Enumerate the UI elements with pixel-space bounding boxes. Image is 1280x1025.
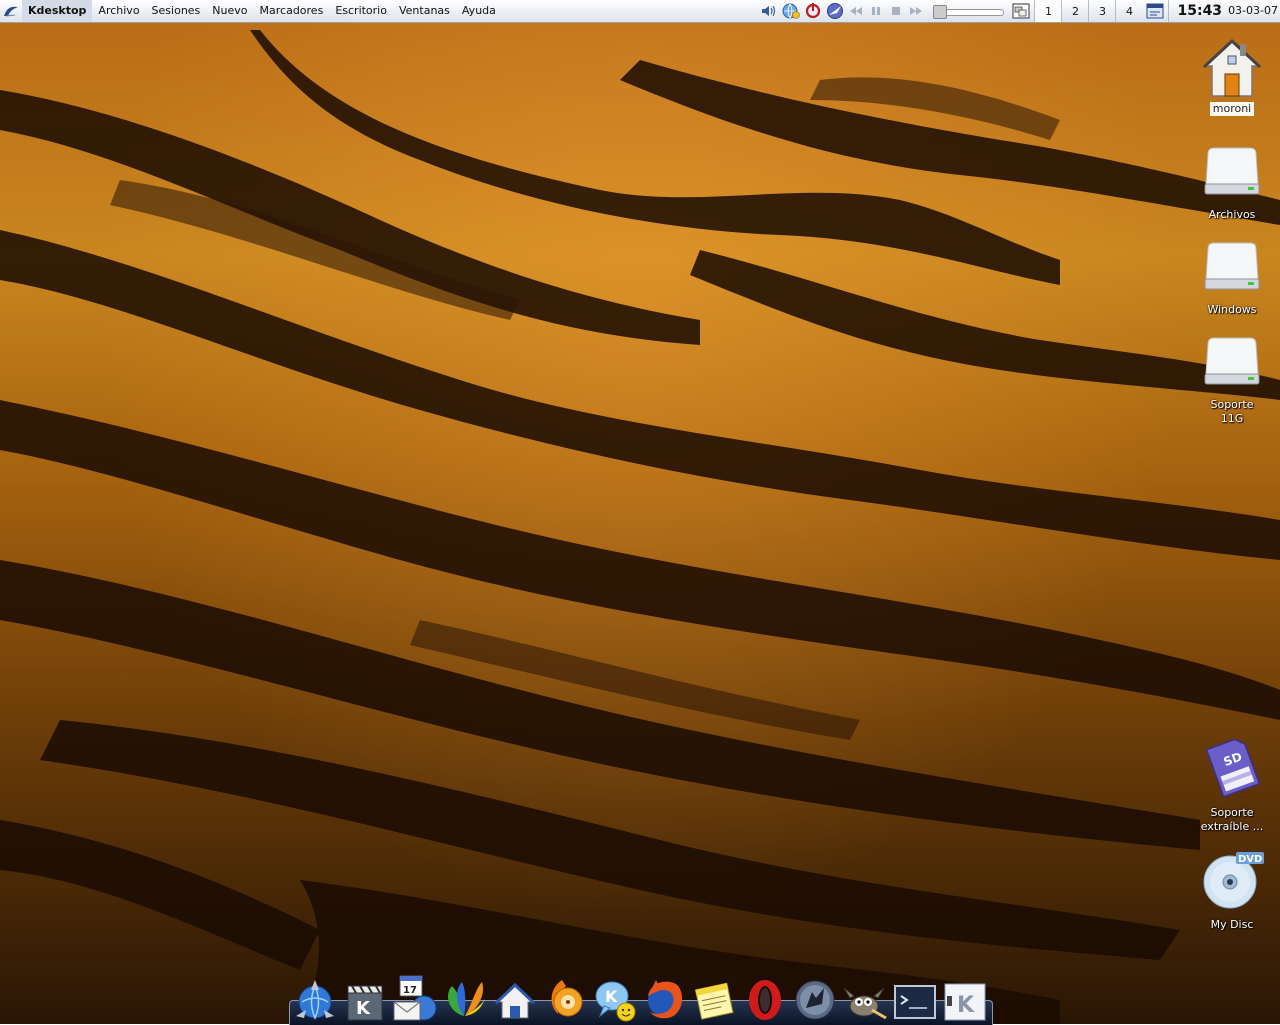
dock-kde-clapper[interactable]: K (342, 974, 388, 1022)
svg-text:K: K (957, 993, 975, 1018)
previous-icon[interactable] (849, 6, 863, 16)
dock-kde-menu[interactable]: K (942, 974, 988, 1022)
desktop-icon-dvd[interactable]: DVD My Disc (1192, 850, 1272, 932)
pager-desktop-4[interactable]: 4 (1115, 0, 1142, 22)
dock-msn[interactable] (442, 974, 488, 1022)
hard-drive-icon (1204, 337, 1260, 385)
volume-icon[interactable] (759, 1, 779, 21)
showdesktop-icon[interactable] (1143, 1, 1167, 21)
menu-sesiones[interactable]: Sesiones (146, 0, 207, 22)
menu-ventanas[interactable]: Ventanas (393, 0, 456, 22)
menu-archivo[interactable]: Archivo (92, 0, 145, 22)
top-menubar: Kdesktop Archivo Sesiones Nuevo Marcador… (0, 0, 1280, 23)
taskbar-icon[interactable] (1009, 1, 1033, 21)
konqueror-globe-icon (296, 980, 334, 1020)
desktop-icon-label-line1: Soporte (1210, 398, 1254, 411)
date[interactable]: 03-03-07 (1228, 0, 1280, 22)
desktop-icon-windows[interactable]: Windows (1192, 235, 1272, 317)
desktop-icon-label: moroni (1209, 102, 1255, 116)
dock-firefox[interactable] (642, 974, 688, 1022)
desktop-icon-label-line2: extraíble ... (1200, 820, 1264, 833)
dock-knotes[interactable] (692, 974, 738, 1022)
amarok-icon (551, 980, 583, 1017)
dock-calendar-mail[interactable]: 17 (392, 974, 438, 1022)
kopete-icon: K (595, 981, 636, 1022)
menu-nuevo[interactable]: Nuevo (206, 0, 253, 22)
dvd-disc-icon: DVD (1203, 852, 1264, 909)
hard-drive-icon (1204, 242, 1260, 290)
desktop-icon-label-line2: 11G (1220, 412, 1244, 425)
pager-desktop-3[interactable]: 3 (1088, 0, 1115, 22)
shutdown-icon[interactable] (803, 1, 823, 21)
dvd-badge: DVD (1238, 854, 1262, 865)
sd-card-icon: SD (1205, 738, 1261, 798)
dock-kopete[interactable]: K (592, 974, 638, 1022)
home-icon (494, 982, 536, 1019)
system-tray: 1 2 3 4 15:43 03-03-07 (758, 0, 1280, 22)
dock-gimp[interactable] (842, 974, 888, 1022)
dock-terminal[interactable] (892, 974, 938, 1022)
desktop-icon-removable[interactable]: SD Soporte extraíble ... (1192, 732, 1272, 834)
dock-wolf-app[interactable] (792, 974, 838, 1022)
application-dock: K 17 K K (289, 974, 991, 1024)
gimp-icon (843, 987, 887, 1020)
menu-app-name[interactable]: Kdesktop (22, 0, 93, 22)
home-folder-icon (1202, 38, 1262, 97)
desktop[interactable] (0, 0, 1280, 1024)
menu-escritorio[interactable]: Escritorio (329, 0, 393, 22)
calendar-day: 17 (403, 985, 417, 996)
volume-slider[interactable] (930, 5, 1005, 19)
svg-text:K: K (605, 987, 618, 1006)
tiger-wallpaper (0, 30, 1280, 1024)
svg-text:K: K (356, 998, 371, 1019)
menu-marcadores[interactable]: Marcadores (254, 0, 330, 22)
kde-menu-icon[interactable] (0, 0, 22, 22)
opera-icon (749, 980, 781, 1020)
desktop-icon-archivos[interactable]: Archivos (1192, 140, 1272, 222)
volume-thumb[interactable] (933, 5, 948, 19)
dock-home-folder[interactable] (492, 974, 538, 1022)
desktop-icon-label: Archivos (1208, 208, 1256, 221)
browser-icon[interactable] (825, 1, 845, 21)
pager-desktop-1[interactable]: 1 (1034, 0, 1062, 22)
notes-icon (694, 982, 734, 1020)
volume-track[interactable] (938, 9, 1005, 16)
dock-amarok[interactable] (542, 974, 588, 1022)
wolf-icon (795, 980, 835, 1020)
menu-list: Kdesktop Archivo Sesiones Nuevo Marcador… (22, 0, 502, 22)
desktop-icon-label: My Disc (1210, 918, 1254, 931)
kde-clapper-icon: K (347, 985, 383, 1021)
hard-drive-icon (1204, 147, 1260, 195)
desktop-icon-home[interactable]: moroni (1192, 36, 1272, 116)
calendar-mail-icon: 17 (393, 975, 437, 1021)
firefox-icon (648, 980, 682, 1019)
clock[interactable]: 15:43 (1168, 0, 1228, 22)
dock-opera[interactable] (742, 974, 788, 1022)
menu-ayuda[interactable]: Ayuda (456, 0, 502, 22)
network-icon[interactable] (781, 1, 801, 21)
pager-desktop-2[interactable]: 2 (1061, 0, 1088, 22)
desktop-icon-label-line1: Soporte (1210, 806, 1254, 819)
kde-menu-launcher-icon: K (944, 983, 986, 1021)
next-icon[interactable] (909, 6, 923, 16)
play-icon[interactable] (869, 6, 883, 16)
dock-konqueror[interactable] (292, 974, 338, 1022)
stop-icon[interactable] (889, 6, 903, 16)
desktop-icon-soporte-11g[interactable]: Soporte 11G (1192, 330, 1272, 426)
desktop-icon-label: Windows (1207, 303, 1257, 316)
msn-butterfly-icon (448, 982, 486, 1016)
terminal-icon (894, 985, 936, 1019)
